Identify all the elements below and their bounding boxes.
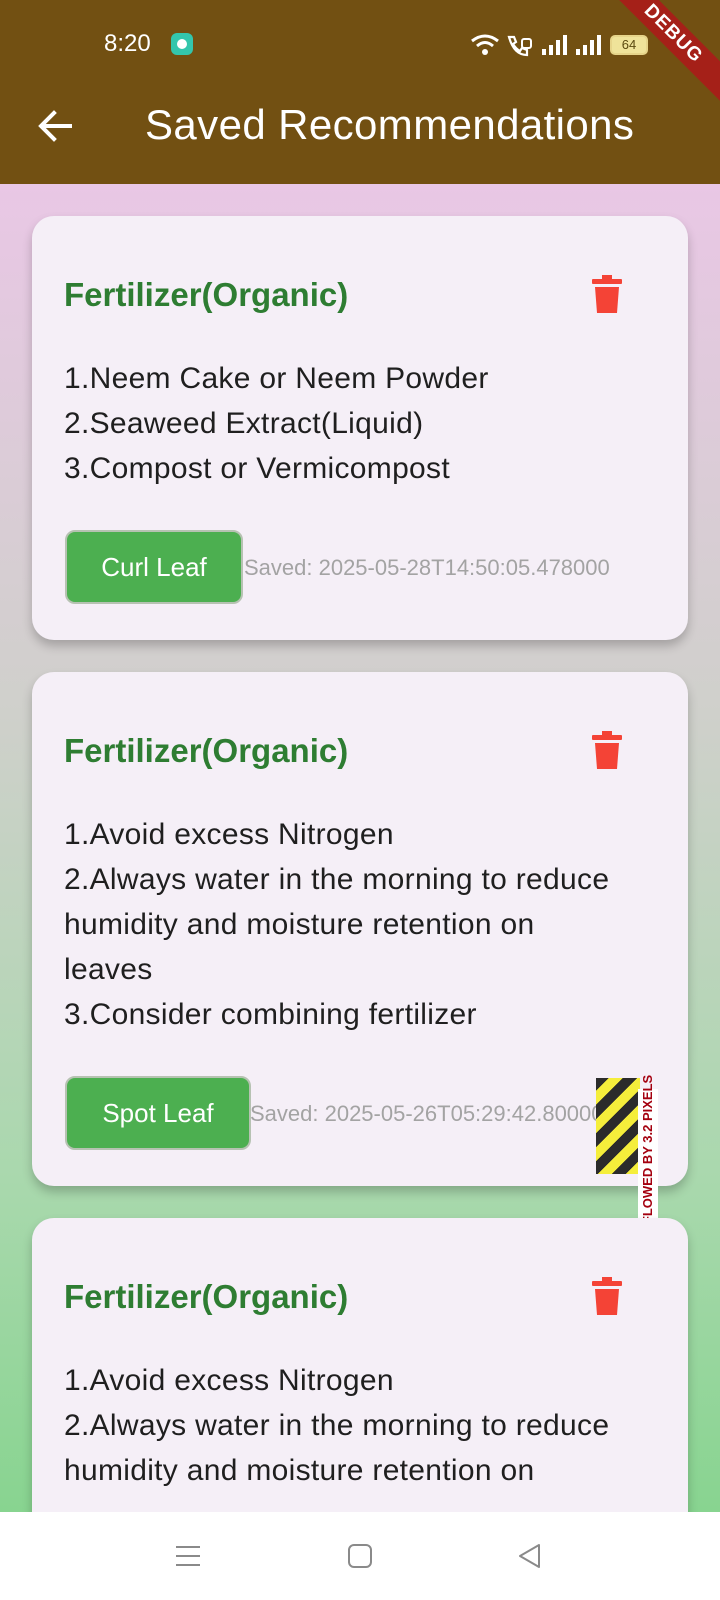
arrow-back-icon xyxy=(38,110,72,142)
call-icon xyxy=(507,35,532,57)
recommendations-list[interactable]: Fertilizer(Organic) 1.Neem Cake or Neem … xyxy=(0,184,720,1512)
delete-button[interactable] xyxy=(583,1272,631,1320)
delete-button[interactable] xyxy=(583,726,631,774)
wifi-icon xyxy=(471,34,499,55)
recents-button[interactable] xyxy=(164,1532,212,1580)
signal-icon xyxy=(542,35,567,55)
recommendation-item: 2.Always water in the morning to reduce xyxy=(64,1409,610,1442)
back-icon xyxy=(519,1544,540,1568)
system-back-button[interactable] xyxy=(506,1532,554,1580)
saved-timestamp: Saved: 2025-05-28T14:50:05.478000 xyxy=(244,555,610,580)
recommendation-item: humidity and moisture retention on xyxy=(64,908,535,941)
home-icon xyxy=(348,1544,372,1568)
recommendation-item: 1.Avoid excess Nitrogen xyxy=(64,1364,394,1397)
status-icons: 64 xyxy=(470,28,648,62)
recommendation-card: Fertilizer(Organic) 1.Neem Cake or Neem … xyxy=(32,216,688,640)
trash-icon xyxy=(592,731,622,769)
card-title: Fertilizer(Organic) xyxy=(64,1278,349,1315)
recommendation-item: 1.Neem Cake or Neem Powder xyxy=(64,362,489,395)
recommendation-item: humidity and moisture retention on xyxy=(64,1454,535,1487)
back-button[interactable] xyxy=(34,104,78,148)
recommendation-item: 3.Consider combining fertilizer xyxy=(64,998,477,1031)
card-title: Fertilizer(Organic) xyxy=(64,276,349,313)
recommendation-item: 2.Always water in the morning to reduce xyxy=(64,863,610,896)
recommendation-item: 1.Avoid excess Nitrogen xyxy=(64,818,394,851)
recommendation-item: leaves xyxy=(64,953,153,986)
recommendation-card: Fertilizer(Organic) 1.Avoid excess Nitro… xyxy=(32,672,688,1186)
overflow-indicator xyxy=(596,1078,640,1174)
menu-icon xyxy=(176,1546,200,1566)
trash-icon xyxy=(592,1277,622,1315)
card-title: Fertilizer(Organic) xyxy=(64,732,349,769)
disease-chip[interactable]: Curl Leaf xyxy=(65,530,243,604)
page-title: Saved Recommendations xyxy=(145,101,635,148)
home-button[interactable] xyxy=(336,1532,384,1580)
recommendation-item: 3.Compost or Vermicompost xyxy=(64,452,450,485)
delete-button[interactable] xyxy=(583,270,631,318)
trash-icon xyxy=(592,275,622,313)
app-bar: 8:20 64 DEBUG Saved Recommendations xyxy=(0,0,720,184)
signal-icon-2 xyxy=(576,35,601,55)
disease-chip[interactable]: Spot Leaf xyxy=(65,1076,251,1150)
battery-icon: 64 xyxy=(610,35,648,55)
app-notification-icon xyxy=(171,33,193,55)
saved-timestamp: Saved: 2025-05-26T05:29:42.800000 xyxy=(250,1101,616,1126)
recommendation-item: 2.Seaweed Extract(Liquid) xyxy=(64,407,424,440)
recommendation-card: Fertilizer(Organic) 1.Avoid excess Nitro… xyxy=(32,1218,688,1512)
status-time: 8:20 xyxy=(104,30,151,57)
system-nav-bar xyxy=(0,1512,720,1600)
